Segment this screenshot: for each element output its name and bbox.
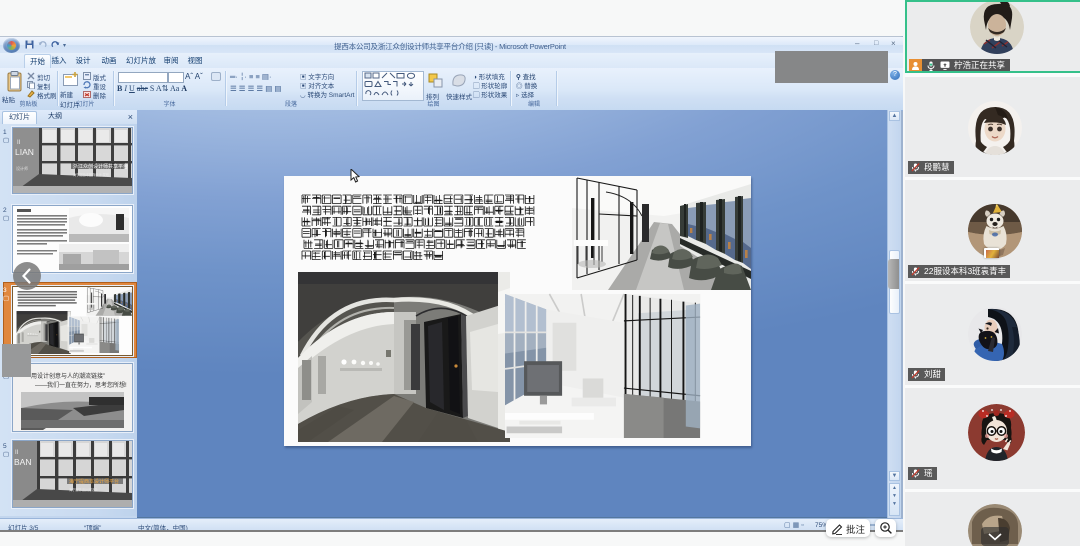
svg-text:海宁服饰设计师协会: 海宁服饰设计师协会 [69, 487, 98, 492]
svg-text:II: II [15, 450, 19, 456]
svg-text:LIAN: LIAN [15, 147, 34, 157]
svg-text:“用设计创意与人的潮流链接”: “用设计创意与人的潮流链接” [29, 372, 105, 380]
svg-text:II: II [17, 140, 21, 146]
svg-text:BAN: BAN [14, 457, 31, 467]
svg-text:海宁提西本服饰设计 发布: 海宁提西本服饰设计 发布 [73, 172, 109, 177]
svg-text:浙江众创设计师共享平台: 浙江众创设计师共享平台 [73, 163, 128, 170]
svg-text:设计师: 设计师 [16, 165, 28, 171]
svg-text:海宁提西本设计师平台: 海宁提西本设计师平台 [69, 478, 119, 485]
svg-text:——我们一直在努力，思考您所想!: ——我们一直在努力，思考您所想! [35, 381, 127, 389]
